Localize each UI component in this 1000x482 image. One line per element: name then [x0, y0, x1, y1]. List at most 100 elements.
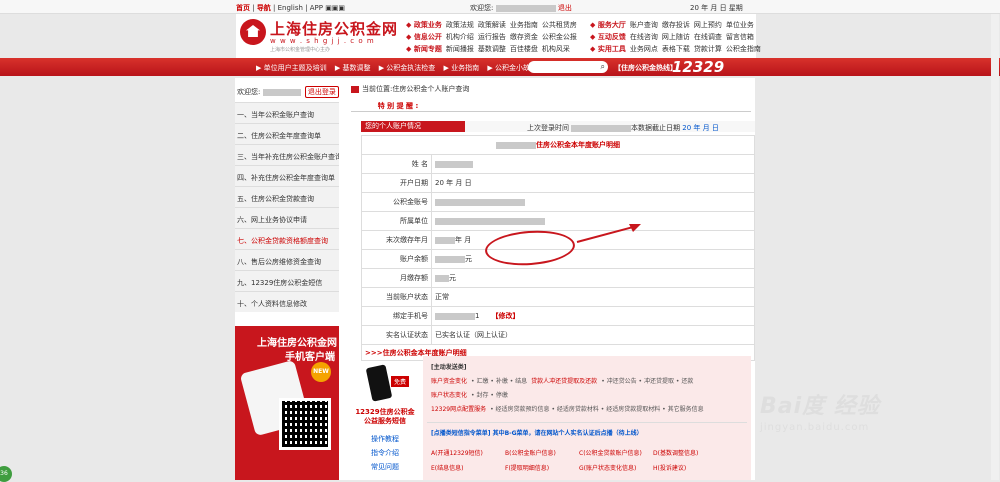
row-label: 姓 名 — [361, 154, 432, 174]
search-icon[interactable]: ⌕ — [601, 62, 605, 72]
top-bar: 首页 | 导航 | English | APP ▣▣▣ 欢迎您: 退出 20 年… — [0, 0, 1000, 14]
redbar-link[interactable]: ▶ 公积金执法检查 — [379, 64, 436, 72]
row-value: 元 — [431, 268, 755, 288]
sidebar-item[interactable]: 二、住房公积金年度查询单 — [235, 123, 339, 144]
value-text: 元 — [465, 255, 472, 263]
redacted-value — [435, 160, 473, 168]
username-redacted — [495, 4, 556, 12]
hotline-label: 【住房公积金热线】 — [614, 64, 677, 72]
table-row: 姓 名 — [361, 154, 755, 174]
nav-group-right: 服务大厅账户查询缴存投诉网上预约单位业务 互动反馈在线咨询网上随访在线调查留言信… — [590, 19, 765, 55]
table-row: 当前账户状态 正常 — [361, 287, 755, 307]
logout-link[interactable]: 退出 — [558, 4, 572, 12]
value-text: 20 年 月 日 — [435, 179, 472, 187]
row-label: 绑定手机号 — [361, 306, 432, 326]
table-title: 住房公积金本年度账户明细 — [536, 141, 620, 149]
redbar-link[interactable]: ▶ 单位用户主题及培训 — [256, 64, 327, 72]
row-label: 开户日期 — [361, 173, 432, 193]
row-value: 1 【修改】 — [431, 306, 755, 326]
scrollbar[interactable] — [991, 14, 999, 480]
username-redacted — [262, 88, 301, 96]
row-label: 月缴存额 — [361, 268, 432, 288]
site-logo[interactable]: 上海住房公积金网 w w w . s h g j j . c o m 上海市公积… — [240, 17, 400, 55]
row-value — [431, 154, 755, 174]
table-row: 实名认证状态 已实名认证（网上认证） — [361, 325, 755, 345]
table-row: 绑定手机号 1 【修改】 — [361, 306, 755, 326]
sidebar-item[interactable]: 五、住房公积金贷款查询 — [235, 186, 339, 207]
sms-service-panel: 免费 12329住房公积金公益服务短信 操作教程 指令介绍 常见问题 — [353, 356, 417, 480]
baidu-watermark: Bai度 经验 jingyan.baidu.com — [760, 394, 880, 433]
free-badge: 免费 — [391, 376, 410, 387]
sidebar-item[interactable]: 七、公积金贷款资格额度查询 — [235, 228, 339, 249]
sms-menu-box: [主动发送类] 账户资金变化 • 汇缴 • 补缴 • 结息 贷款人冲还贷提取及还款 •… — [423, 356, 751, 480]
row-value — [431, 192, 755, 212]
home-icon[interactable] — [351, 85, 359, 93]
sidebar: 欢迎您: 退出登录 一、当年公积金账户查询 二、住房公积金年度查询单 三、当年补充住… — [235, 78, 339, 480]
sidebar-menu: 一、当年公积金账户查询 二、住房公积金年度查询单 三、当年补充住房公积金账户查询 四、… — [235, 102, 339, 312]
welcome-text: 欢迎您: — [470, 4, 494, 12]
table-row: 公积金账号 — [361, 192, 755, 212]
hotline-number: 12329 — [672, 58, 725, 76]
redacted-value — [435, 198, 525, 206]
value-text: 元 — [449, 274, 456, 282]
phone-icon — [365, 364, 393, 402]
redacted-value — [435, 217, 545, 225]
house-icon — [240, 19, 266, 45]
sidebar-item[interactable]: 四、补充住房公积金年度查询单 — [235, 165, 339, 186]
table-row: 开户日期 20 年 月 日 — [361, 173, 755, 193]
sidebar-item[interactable]: 三、当年补充住房公积金账户查询 — [235, 144, 339, 165]
sidebar-item[interactable]: 八、售后公房维修资金查询 — [235, 249, 339, 270]
row-value: 20 年 月 日 — [431, 173, 755, 193]
sidebar-item[interactable]: 一、当年公积金账户查询 — [235, 102, 339, 123]
redacted-value — [435, 255, 465, 263]
app-link[interactable]: APP — [310, 4, 323, 12]
table-row: 月缴存额 元 — [361, 268, 755, 288]
arrow-icon — [576, 224, 641, 243]
notice-tab: 特 别 提 醒 : — [377, 102, 419, 110]
value-text: 已实名认证（网上认证） — [435, 331, 512, 339]
sms-title: 12329住房公积金公益服务短信 — [355, 408, 415, 425]
row-value: 正常 — [431, 287, 755, 307]
value-text: 正常 — [435, 293, 449, 301]
sidebar-item[interactable]: 六、网上业务协议申请 — [235, 207, 339, 228]
red-nav-bar: ▶ 单位用户主题及培训 ▶ 基数调整 ▶ 公积金执法检查 ▶ 业务指南 ▶ 公积… — [0, 58, 1000, 76]
sms-link[interactable]: 指令介绍 — [353, 448, 417, 458]
account-tab[interactable]: 您的个人账户情况 — [361, 121, 465, 132]
page-body: 欢迎您: 退出登录 一、当年公积金账户查询 二、住房公积金年度查询单 三、当年补充住… — [235, 78, 755, 480]
modify-link[interactable]: 【修改】 — [491, 312, 519, 320]
value-text: 1 — [475, 312, 480, 320]
sms-link[interactable]: 操作教程 — [353, 434, 417, 444]
sidebar-item[interactable]: 十、个人资料信息修改 — [235, 291, 339, 312]
row-label: 所属单位 — [361, 211, 432, 231]
row-label: 当前账户状态 — [361, 287, 432, 307]
redbar-link[interactable]: ▶ 业务指南 — [444, 64, 480, 72]
row-value: 元 — [431, 249, 755, 269]
logout-button[interactable]: 退出登录 — [304, 86, 339, 98]
value-text: 年 月 — [455, 236, 472, 244]
social-icons[interactable]: ▣▣▣ — [325, 4, 345, 12]
breadcrumb: 当前位置:住房公积金个人账户查询 — [351, 84, 469, 94]
home-link[interactable]: 首页 — [236, 4, 250, 12]
search-input[interactable]: ⌕ — [528, 61, 608, 73]
english-link[interactable]: English — [278, 4, 303, 12]
row-label: 账户余额 — [361, 249, 432, 269]
sidebar-item[interactable]: 九、12329住房公积金短信 — [235, 270, 339, 291]
table-row: 所属单位 — [361, 211, 755, 231]
nav-group-left: 政策业务政策法规政策解读业务指南公共租赁房 信息公开机构介绍运行报告缴存资金公积… — [406, 19, 581, 55]
app-promo-banner[interactable]: 上海住房公积金网 手机客户端 NEW — [235, 326, 339, 480]
redacted-value — [435, 236, 455, 244]
nav-link[interactable]: 导航 — [257, 4, 271, 12]
row-label: 实名认证状态 — [361, 325, 432, 345]
redacted-value — [435, 274, 449, 282]
site-header: 上海住房公积金网 w w w . s h g j j . c o m 上海市公积… — [236, 14, 761, 58]
date-text: 20 年 月 日 星期 — [690, 4, 743, 12]
redbar-link[interactable]: ▶ 基数调整 — [335, 64, 371, 72]
row-value: 已实名认证（网上认证） — [431, 325, 755, 345]
row-label: 末次缴存年月 — [361, 230, 432, 250]
row-label: 公积金账号 — [361, 192, 432, 212]
qr-code — [279, 398, 331, 450]
new-badge: NEW — [311, 362, 331, 382]
sms-command-grid: A(开通12329短信) B(公积金账户信息) C(公积金贷款账户信息) D(基数调整… — [431, 450, 699, 472]
redacted-value — [435, 312, 475, 320]
sms-link[interactable]: 常见问题 — [353, 462, 417, 472]
